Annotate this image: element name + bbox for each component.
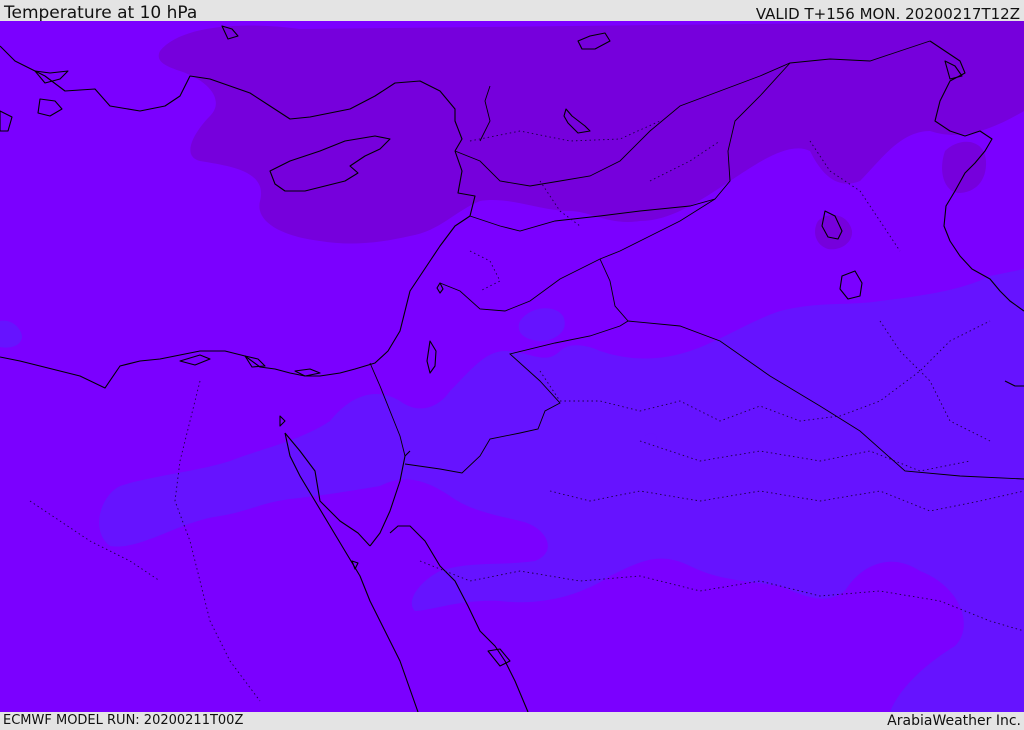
map-canvas <box>0 21 1024 712</box>
temperature-band-south-patch <box>645 433 657 446</box>
model-run-label: ECMWF MODEL RUN: 20200211T00Z <box>3 713 244 728</box>
credit-label: ArabiaWeather Inc. <box>887 713 1021 729</box>
map-header: Temperature at 10 hPa VALID T+156 MON. 2… <box>0 0 1024 23</box>
weather-map[interactable] <box>0 21 1024 712</box>
map-footer: ECMWF MODEL RUN: 20200211T00Z ArabiaWeat… <box>0 712 1024 729</box>
map-title: Temperature at 10 hPa <box>4 3 198 23</box>
